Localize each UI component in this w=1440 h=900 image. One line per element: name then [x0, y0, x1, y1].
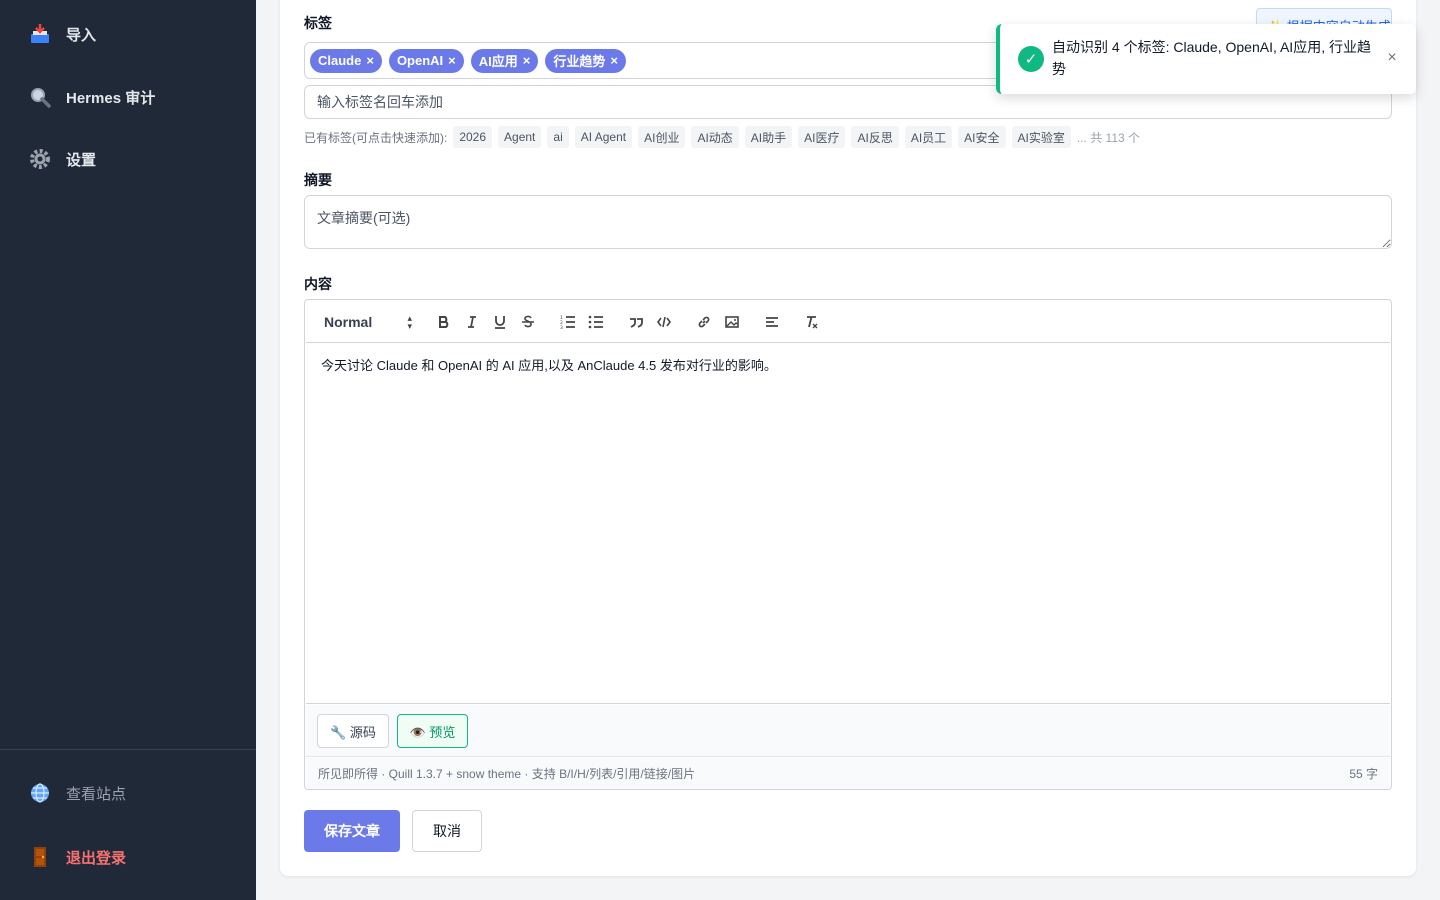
editor-info: 所见即所得 · Quill 1.3.7 + snow theme · 支持 B/… [318, 766, 696, 781]
existing-tag[interactable]: AI员工 [904, 126, 953, 148]
existing-tag[interactable]: 2026 [453, 126, 493, 148]
globe-icon [28, 781, 52, 805]
remove-tag-icon[interactable]: × [448, 53, 456, 68]
header-format-value: Normal [324, 313, 373, 330]
svg-text:3: 3 [560, 325, 563, 329]
remove-tag-icon[interactable]: × [366, 53, 374, 68]
sidebar-divider [0, 749, 256, 750]
ordered-list-icon[interactable]: 123 [554, 310, 582, 334]
check-circle-icon: ✓ [1018, 46, 1044, 72]
sidebar-item-label: 退出登录 [66, 849, 127, 867]
tag-chip: AI应用 × [470, 48, 539, 73]
blockquote-icon[interactable] [622, 310, 650, 334]
tag-chip: Claude × [310, 48, 382, 73]
success-toast: ✓ 自动识别 4 个标签: Claude, OpenAI, AI应用, 行业趋势… [996, 24, 1416, 94]
sidebar-item-view-site[interactable]: 查看站点 [0, 771, 256, 815]
close-icon[interactable]: × [1382, 48, 1402, 68]
header-format-select[interactable]: Normal ▴ ▾ [318, 309, 418, 335]
remove-tag-icon[interactable]: × [610, 53, 618, 68]
tag-chip: 行业趋势 × [545, 48, 626, 73]
source-mode-button[interactable]: 🔧 源码 [317, 714, 389, 748]
existing-tag[interactable]: AI实验室 [1011, 126, 1071, 148]
rich-text-editor: Normal ▴ ▾ 123 今天讨论 Claude 和 OpenAI 的 AI … [304, 299, 1392, 790]
existing-tag[interactable]: AI创业 [638, 126, 686, 148]
gear-icon [28, 147, 52, 171]
existing-tags: 已有标签(可点击快速添加): 2026 Agent ai AI Agent AI… [304, 126, 1140, 148]
editor-mode-bar: 🔧 源码 👁️ 预览 [306, 705, 1390, 757]
magnifier-icon [28, 85, 52, 109]
word-count: 55 字 [1349, 766, 1378, 781]
sidebar-item-hermes-audit[interactable]: Hermes 审计 [0, 75, 256, 119]
existing-tag[interactable]: Agent [498, 126, 542, 148]
existing-tag[interactable]: AI安全 [958, 126, 1006, 148]
summary-textarea[interactable] [304, 195, 1392, 249]
editor-toolbar: Normal ▴ ▾ 123 [306, 301, 1390, 343]
underline-icon[interactable] [486, 310, 514, 334]
link-icon[interactable] [690, 310, 718, 334]
editor-status-bar: 所见即所得 · Quill 1.3.7 + snow theme · 支持 B/… [306, 758, 1390, 788]
summary-label: 摘要 [304, 172, 332, 188]
existing-tag[interactable]: AI Agent [574, 126, 633, 148]
existing-tags-label: 已有标签(可点击快速添加): [304, 130, 448, 145]
existing-tag[interactable]: AI动态 [691, 126, 739, 148]
existing-tag[interactable]: AI医疗 [798, 126, 846, 148]
sidebar: 导入 Hermes 审计 设置 查看站点 退出登录 [0, 0, 256, 900]
sidebar-item-label: 查看站点 [66, 785, 127, 803]
existing-tag[interactable]: ai [547, 126, 569, 148]
existing-tags-more: ... 共 113 个 [1076, 130, 1140, 145]
tags-label: 标签 [304, 15, 332, 31]
content-label: 内容 [304, 276, 332, 292]
image-icon[interactable] [718, 310, 746, 334]
sidebar-item-label: 设置 [66, 151, 97, 169]
sidebar-item-label: Hermes 审计 [66, 89, 156, 107]
select-arrows-icon: ▴ ▾ [407, 312, 412, 331]
sidebar-item-logout[interactable]: 退出登录 [0, 835, 256, 879]
existing-tag[interactable]: AI反思 [851, 126, 899, 148]
cancel-button[interactable]: 取消 [412, 810, 482, 852]
save-article-button[interactable]: 保存文章 [304, 810, 400, 852]
code-block-icon[interactable] [650, 310, 678, 334]
sidebar-item-import[interactable]: 导入 [0, 12, 256, 56]
toast-message: 自动识别 4 个标签: Claude, OpenAI, AI应用, 行业趋势 [1052, 39, 1371, 77]
editor-content[interactable]: 今天讨论 Claude 和 OpenAI 的 AI 应用,以及 AnClaude… [306, 344, 1390, 704]
tag-chip: OpenAI × [388, 48, 464, 73]
bullet-list-icon[interactable] [582, 310, 610, 334]
align-icon[interactable] [758, 310, 786, 334]
sidebar-item-label: 导入 [66, 26, 97, 44]
editor-paragraph: 今天讨论 Claude 和 OpenAI 的 AI 应用,以及 AnClaude… [321, 358, 777, 373]
remove-tag-icon[interactable]: × [523, 53, 531, 68]
existing-tag[interactable]: AI助手 [744, 126, 793, 148]
sidebar-item-settings[interactable]: 设置 [0, 137, 256, 181]
door-icon [28, 845, 52, 869]
bold-icon[interactable] [430, 310, 458, 334]
italic-icon[interactable] [458, 310, 486, 334]
preview-mode-button[interactable]: 👁️ 预览 [397, 714, 468, 748]
strikethrough-icon[interactable] [514, 310, 542, 334]
inbox-tray-icon [28, 22, 52, 46]
clear-format-icon[interactable] [798, 310, 826, 334]
